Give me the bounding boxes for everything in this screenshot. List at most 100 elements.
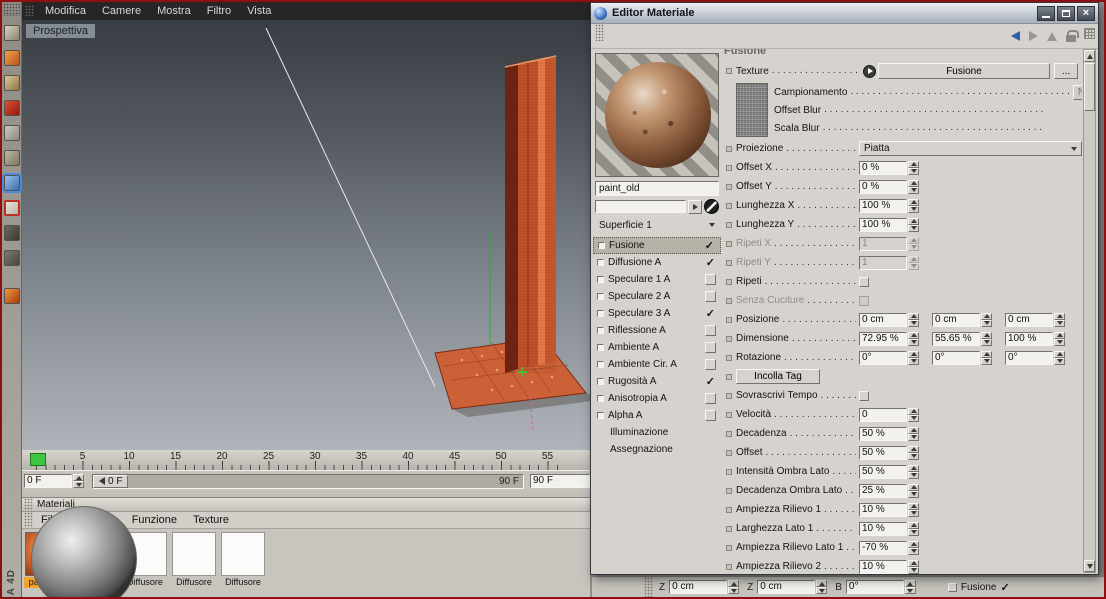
spinner-down-icon[interactable] — [908, 509, 919, 517]
field-posizione-2[interactable]: 0 cm — [1005, 312, 1065, 327]
channel-state-button[interactable] — [705, 325, 716, 336]
key-dot[interactable] — [726, 297, 732, 304]
spinner[interactable] — [728, 580, 740, 594]
spinner[interactable] — [981, 331, 992, 346]
channel-speculare-3-a[interactable]: Speculare 3 A ✓ — [593, 305, 721, 322]
field-larghezza-lato-1-0[interactable]: 10 % — [859, 521, 919, 536]
field-decadenza-0[interactable]: 50 % — [859, 426, 919, 441]
field-dimensione-1[interactable]: 55.65 % — [932, 331, 992, 346]
menu-item-modifica[interactable]: Modifica — [37, 5, 94, 17]
channel-diffusione-a[interactable]: Diffusione A ✓ — [593, 254, 721, 271]
menu-item-funzione[interactable]: Funzione — [124, 514, 185, 526]
campionamento-dropdown[interactable]: Nessuno — [1072, 84, 1082, 100]
spinner[interactable] — [908, 483, 919, 498]
viewport-label[interactable]: Prospettiva — [26, 24, 96, 38]
spinner-down-icon[interactable] — [904, 587, 916, 594]
spinner-down-icon[interactable] — [816, 587, 828, 594]
channel-checkbox[interactable] — [597, 327, 604, 334]
spinner-up-icon[interactable] — [981, 331, 992, 339]
key-dot[interactable] — [726, 411, 732, 418]
spinner[interactable] — [73, 474, 84, 488]
field-offset-y-0[interactable]: 0 % — [859, 179, 919, 194]
material-item-vrayadv-1[interactable]: VrayAdv — [31, 506, 137, 597]
channel-state-button[interactable] — [705, 274, 716, 285]
key-dot[interactable] — [726, 506, 732, 513]
timeline-ruler[interactable]: 5 10 15 20 25 30 35 40 45 50 55 — [22, 450, 590, 470]
spinner-down-icon[interactable] — [73, 481, 84, 488]
channel-state-button[interactable] — [705, 410, 716, 421]
channel-ambiente-a[interactable]: Ambiente A — [593, 339, 721, 356]
key-dot[interactable] — [726, 563, 732, 570]
spinner-up-icon[interactable] — [908, 559, 919, 567]
spinner[interactable] — [908, 540, 919, 555]
channel-state-button[interactable] — [705, 393, 716, 404]
materials-title-grip[interactable] — [24, 498, 33, 511]
key-dot[interactable] — [726, 316, 732, 323]
texture-fusione-button[interactable]: Fusione — [878, 63, 1050, 79]
field-ampiezza-rilievo-lato-1-0[interactable]: -70 % — [859, 540, 919, 555]
maximize-button[interactable] — [1057, 5, 1075, 21]
field-rotazione-0[interactable]: 0° — [859, 350, 919, 365]
back-icon[interactable] — [1011, 31, 1020, 41]
status-value-0[interactable]: 0 cm — [669, 580, 740, 594]
key-dot[interactable] — [726, 525, 732, 532]
key-dot[interactable] — [726, 544, 732, 551]
current-frame-field[interactable]: 0 F — [24, 474, 84, 488]
spinner-down-icon[interactable] — [908, 471, 919, 479]
field-ampiezza-rilievo-2-0[interactable]: 10 % — [859, 559, 919, 574]
key-dot[interactable] — [726, 183, 732, 190]
range-start-handle[interactable]: 0 F — [93, 474, 129, 488]
menu-item-filtro[interactable]: Filtro — [199, 5, 239, 17]
status-value-1[interactable]: 0 cm — [757, 580, 828, 594]
texture-browse-button[interactable]: ... — [1054, 63, 1078, 79]
preview-pick-icon[interactable] — [704, 199, 719, 214]
spinner[interactable] — [1054, 312, 1065, 327]
spinner-up-icon[interactable] — [908, 502, 919, 510]
spinner[interactable] — [908, 521, 919, 536]
spinner-up-icon[interactable] — [908, 179, 919, 187]
scroll-up-button[interactable] — [1084, 50, 1095, 62]
menu-item-mostra[interactable]: Mostra — [149, 5, 199, 17]
channel-fusione[interactable]: Fusione ✓ — [593, 237, 721, 254]
channel-rugosit-a[interactable]: Rugosità A ✓ — [593, 373, 721, 390]
key-dot[interactable] — [726, 221, 732, 228]
statusbar-grip[interactable] — [644, 577, 653, 597]
spinner-up-icon[interactable] — [908, 483, 919, 491]
key-dot[interactable] — [726, 392, 732, 399]
channel-checkbox[interactable] — [598, 242, 605, 249]
tool-icon-points-mode[interactable] — [3, 225, 20, 241]
up-icon[interactable] — [1047, 31, 1057, 41]
spinner-up-icon[interactable] — [908, 426, 919, 434]
tool-icon-undo[interactable] — [3, 25, 20, 41]
spinner-down-icon[interactable] — [908, 547, 919, 555]
spinner-up-icon[interactable] — [728, 580, 740, 587]
material-name-field[interactable]: paint_old — [595, 181, 719, 196]
spinner-down-icon[interactable] — [908, 490, 919, 498]
spinner-down-icon[interactable] — [728, 587, 740, 594]
spinner[interactable] — [908, 312, 919, 327]
key-dot[interactable] — [726, 164, 732, 171]
viewport[interactable]: Prospettiva — [22, 20, 590, 450]
spinner-down-icon[interactable] — [908, 357, 919, 365]
spinner-down-icon[interactable] — [908, 167, 919, 175]
channel-assegnazione[interactable]: Assegnazione — [593, 441, 721, 458]
spinner-down-icon[interactable] — [908, 566, 919, 574]
field-lunghezza-x-0[interactable]: 100 % — [859, 198, 919, 213]
tool-icon-texture-mode[interactable] — [3, 200, 20, 216]
forward-icon[interactable] — [1029, 31, 1038, 41]
tool-icon-camera[interactable] — [3, 125, 20, 141]
spinner-down-icon[interactable] — [908, 205, 919, 213]
spinner-down-icon[interactable] — [908, 338, 919, 346]
spinner-up-icon[interactable] — [908, 540, 919, 548]
close-button[interactable]: × — [1077, 5, 1095, 21]
surface-dropdown[interactable]: Superficie 1 — [595, 217, 719, 233]
dialog-titlebar[interactable]: Editor Materiale × — [591, 3, 1098, 24]
spinner[interactable] — [1054, 331, 1065, 346]
channel-state-button[interactable] — [705, 342, 716, 353]
field-rotazione-2[interactable]: 0° — [1005, 350, 1065, 365]
spinner-down-icon[interactable] — [1054, 319, 1065, 327]
spinner[interactable] — [1054, 350, 1065, 365]
spinner[interactable] — [908, 502, 919, 517]
channel-checkbox[interactable] — [597, 276, 604, 283]
key-dot[interactable] — [726, 354, 732, 361]
